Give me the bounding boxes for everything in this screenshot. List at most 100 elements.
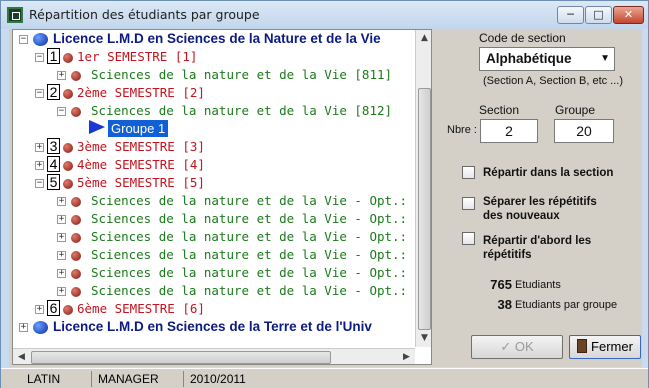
node-ball-icon: [71, 71, 81, 81]
repartir-repetitifs-label-1: Répartir d'abord les: [483, 235, 592, 247]
status-language: LATIN: [27, 372, 61, 386]
node-ball-icon: [63, 305, 73, 315]
node-ball-icon: [63, 161, 73, 171]
tree-node-sem5-item[interactable]: Sciences de la nature et de la Vie - Opt…: [91, 282, 431, 300]
code-section-label: Code de section: [479, 31, 566, 45]
separer-repetitifs-checkbox[interactable]: [462, 197, 475, 210]
app-icon: [7, 7, 23, 23]
scroll-down-icon[interactable]: ▼: [416, 330, 431, 346]
tree-node-sem5-item[interactable]: Sciences de la nature et de la Vie - Opt…: [91, 210, 431, 228]
status-bar: LATIN MANAGER 2010/2011: [1, 368, 648, 388]
expand-icon[interactable]: +: [57, 215, 66, 224]
tree-node-sem5-item[interactable]: Sciences de la nature et de la Vie - Opt…: [91, 264, 431, 282]
node-ball-icon: [71, 197, 81, 207]
ok-button[interactable]: ✓ OK: [471, 335, 563, 359]
tree-node-sem3[interactable]: 3ème SEMESTRE [3]: [77, 138, 205, 156]
window-title: Répartition des étudiants par groupe: [29, 7, 260, 22]
expand-sem3-icon[interactable]: +: [35, 143, 44, 152]
per-group-count: 38: [497, 297, 512, 312]
semester-number-1: 1: [47, 48, 60, 64]
separer-repetitifs-label-2: des nouveaux: [483, 210, 560, 222]
code-section-select[interactable]: Alphabétique ▼: [479, 47, 615, 71]
ok-label: OK: [514, 339, 534, 354]
tree-node-sem1-item[interactable]: Sciences de la nature et de la Vie [811]: [91, 66, 392, 84]
horizontal-scroll-thumb[interactable]: [31, 351, 331, 364]
groupe-label: Groupe: [555, 103, 596, 117]
node-ball-icon: [63, 89, 73, 99]
repartir-repetitifs-checkbox[interactable]: [462, 232, 475, 245]
main-window: Répartition des étudiants par groupe ─ □…: [0, 0, 649, 388]
tree-node-licence-stu[interactable]: Licence L.M.D en Sciences de la Terre et…: [53, 318, 372, 336]
vertical-scroll-thumb[interactable]: [418, 88, 431, 330]
expand-icon[interactable]: +: [57, 287, 66, 296]
groupe-count-field[interactable]: 20: [554, 119, 614, 143]
expand-sem4-icon[interactable]: +: [35, 161, 44, 170]
maximize-button[interactable]: □: [585, 6, 612, 24]
node-ball-icon: [71, 107, 81, 117]
checkmark-icon: ✓: [500, 339, 515, 354]
semester-number-5: 5: [47, 174, 60, 190]
tree-node-sem5-item[interactable]: Sciences de la nature et de la Vie - Opt…: [91, 228, 431, 246]
scroll-left-icon[interactable]: ◀: [13, 349, 30, 364]
tree-node-sem2-item[interactable]: Sciences de la nature et de la Vie [812]: [91, 102, 392, 120]
collapse-icon[interactable]: −: [57, 107, 66, 116]
section-count-field[interactable]: 2: [480, 119, 538, 143]
per-group-label: Etudiants par groupe: [515, 299, 618, 311]
expand-icon[interactable]: +: [57, 269, 66, 278]
node-ball-icon: [71, 233, 81, 243]
tree-node-sem6[interactable]: 6ème SEMESTRE [6]: [77, 300, 205, 318]
node-ball-icon: [71, 287, 81, 297]
scroll-right-icon[interactable]: ▶: [398, 349, 415, 364]
repartir-repetitifs-label-2: répétitifs: [483, 249, 532, 261]
node-ball-icon: [63, 53, 73, 63]
expand-sem6-icon[interactable]: +: [35, 305, 44, 314]
collapse-sem2-icon[interactable]: −: [35, 89, 44, 98]
expand-icon[interactable]: +: [57, 71, 66, 80]
expand-icon[interactable]: +: [57, 197, 66, 206]
door-icon: [577, 339, 588, 353]
expand-icon[interactable]: +: [57, 251, 66, 260]
tree-node-licence-snv[interactable]: Licence L.M.D en Sciences de la Nature e…: [53, 30, 381, 48]
status-user: MANAGER: [91, 371, 171, 387]
tree-node-sem5-item[interactable]: Sciences de la nature et de la Vie - Opt…: [91, 246, 431, 264]
group-flag-icon: [89, 120, 105, 134]
tree-node-sem4[interactable]: 4ème SEMESTRE [4]: [77, 156, 205, 174]
expand-icon[interactable]: +: [57, 233, 66, 242]
status-year: 2010/2011: [183, 371, 263, 387]
tree-node-sem1[interactable]: 1er SEMESTRE [1]: [77, 48, 197, 66]
collapse-sem1-icon[interactable]: −: [35, 53, 44, 62]
semester-number-6: 6: [47, 300, 60, 316]
minimize-button[interactable]: ─: [557, 6, 584, 24]
section-label: Section: [479, 103, 520, 117]
node-ball-icon: [71, 215, 81, 225]
expand-licence2-icon[interactable]: +: [19, 323, 28, 332]
title-bar: Répartition des étudiants par groupe ─ □…: [1, 1, 648, 29]
globe-icon: [33, 321, 48, 334]
node-ball-icon: [63, 143, 73, 153]
nbre-label: Nbre :: [447, 124, 477, 136]
semester-number-4: 4: [47, 156, 60, 172]
fermer-button[interactable]: Fermer: [569, 335, 641, 359]
close-button[interactable]: ✕: [613, 6, 644, 24]
separer-repetitifs-label-1: Séparer les répétitifs: [483, 196, 597, 208]
globe-icon: [33, 33, 48, 46]
chevron-down-icon: ▼: [600, 53, 610, 64]
semester-number-2: 2: [47, 84, 60, 100]
node-ball-icon: [71, 251, 81, 261]
etudiants-count: 765: [490, 277, 512, 292]
tree-node-group1[interactable]: Groupe 1: [108, 120, 169, 137]
collapse-sem5-icon[interactable]: −: [35, 179, 44, 188]
tree-node-sem2[interactable]: 2ème SEMESTRE [2]: [77, 84, 205, 102]
repartir-section-checkbox[interactable]: [462, 166, 475, 179]
scroll-up-icon[interactable]: ▲: [416, 30, 431, 46]
vertical-scrollbar[interactable]: ▲ ▼: [415, 30, 431, 347]
program-tree[interactable]: − Licence L.M.D en Sciences de la Nature…: [12, 29, 432, 365]
node-ball-icon: [63, 179, 73, 189]
repartir-section-label: Répartir dans la section: [483, 167, 614, 179]
tree-node-sem5[interactable]: 5ème SEMESTRE [5]: [77, 174, 205, 192]
tree-node-sem5-item[interactable]: Sciences de la nature et de la Vie - Opt…: [91, 192, 431, 210]
horizontal-scrollbar[interactable]: ◀ ▶: [13, 348, 415, 364]
etudiants-label: Etudiants: [515, 279, 561, 291]
semester-number-3: 3: [47, 138, 60, 154]
collapse-licence1-icon[interactable]: −: [19, 35, 28, 44]
